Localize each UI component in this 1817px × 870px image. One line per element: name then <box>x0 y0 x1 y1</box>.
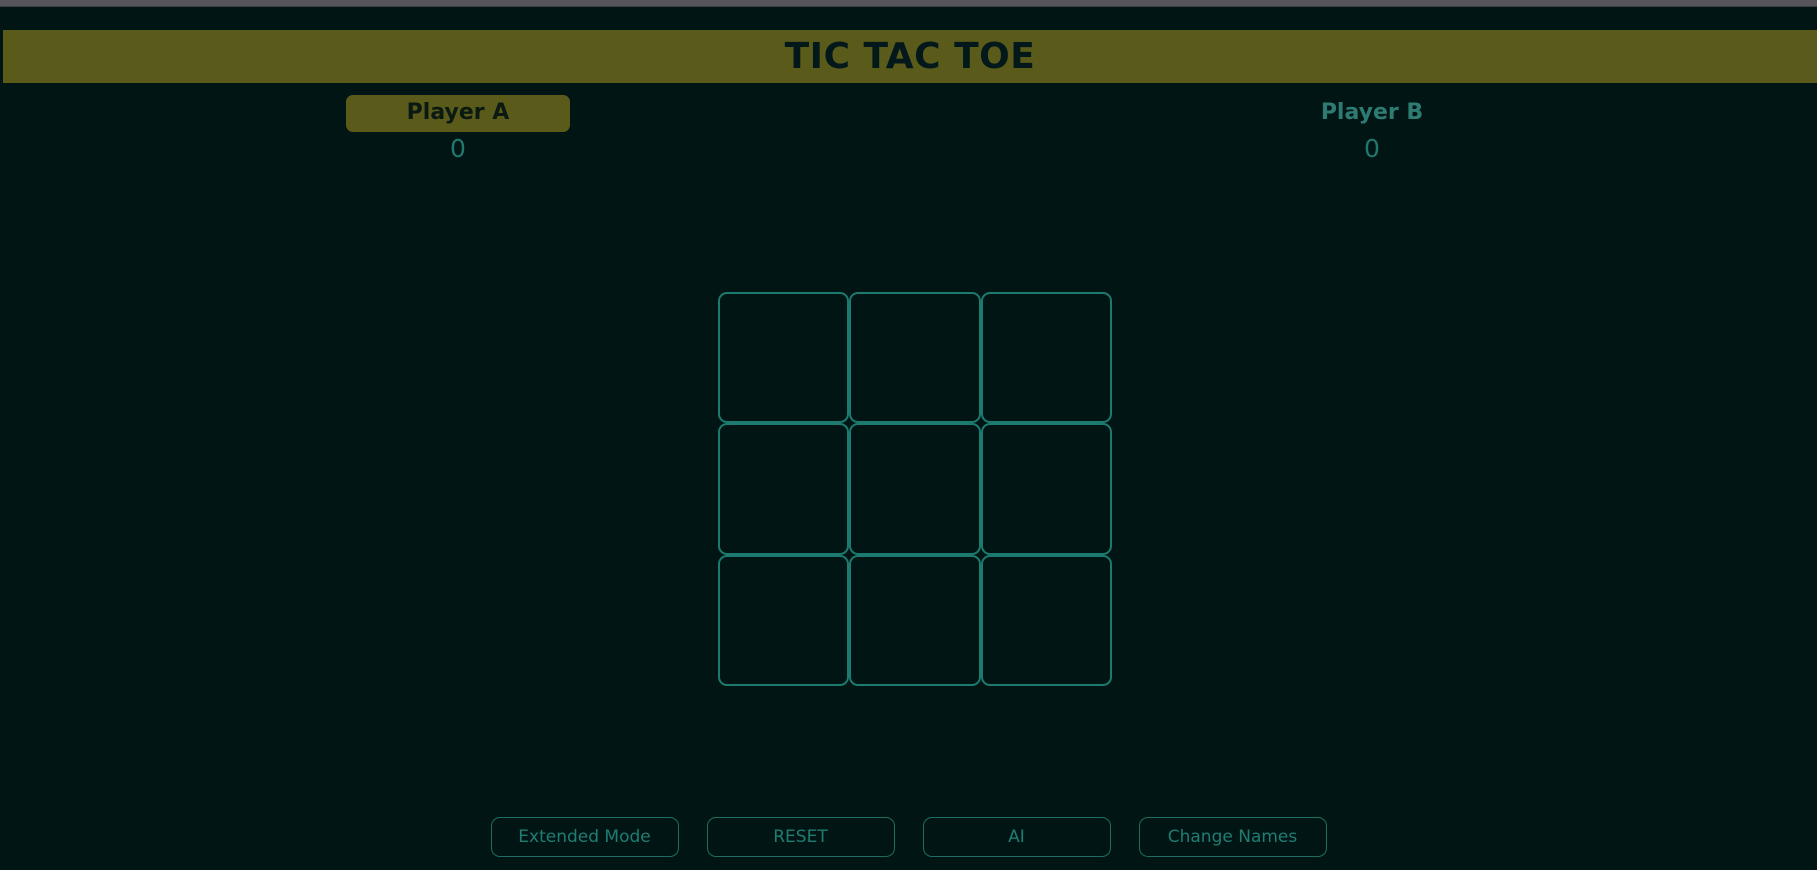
page-title: TIC TAC TOE <box>784 35 1036 77</box>
board-cell-4[interactable] <box>849 423 981 555</box>
board-cell-0[interactable] <box>718 292 850 424</box>
player-b-panel: Player B 0 <box>1162 95 1582 163</box>
ai-button[interactable]: AI <box>922 817 1111 857</box>
board-cell-1[interactable] <box>849 292 981 424</box>
scoreboard: Player A 0 Player B 0 <box>0 95 1817 165</box>
extended-mode-button[interactable]: Extended Mode <box>490 817 679 857</box>
board-cell-2[interactable] <box>980 292 1112 424</box>
player-b-score: 0 <box>1364 134 1380 163</box>
player-a-name[interactable]: Player A <box>346 95 570 132</box>
player-a-score: 0 <box>450 134 466 163</box>
game-board <box>718 292 1112 686</box>
window-chrome-bar <box>0 0 1817 7</box>
tic-tac-toe-app: TIC TAC TOE Player A 0 Player B 0 Extend… <box>0 7 1817 863</box>
board-cell-8[interactable] <box>980 554 1112 686</box>
control-bar: Extended Mode RESET AI Change Names <box>0 817 1817 870</box>
change-names-button[interactable]: Change Names <box>1138 817 1327 857</box>
board-cell-3[interactable] <box>718 423 850 555</box>
reset-button[interactable]: RESET <box>706 817 895 857</box>
title-banner: TIC TAC TOE <box>3 30 1817 83</box>
player-b-name[interactable]: Player B <box>1260 95 1484 132</box>
board-cell-5[interactable] <box>980 423 1112 555</box>
board-cell-6[interactable] <box>718 554 850 686</box>
board-cell-7[interactable] <box>849 554 981 686</box>
player-a-panel: Player A 0 <box>248 95 668 161</box>
